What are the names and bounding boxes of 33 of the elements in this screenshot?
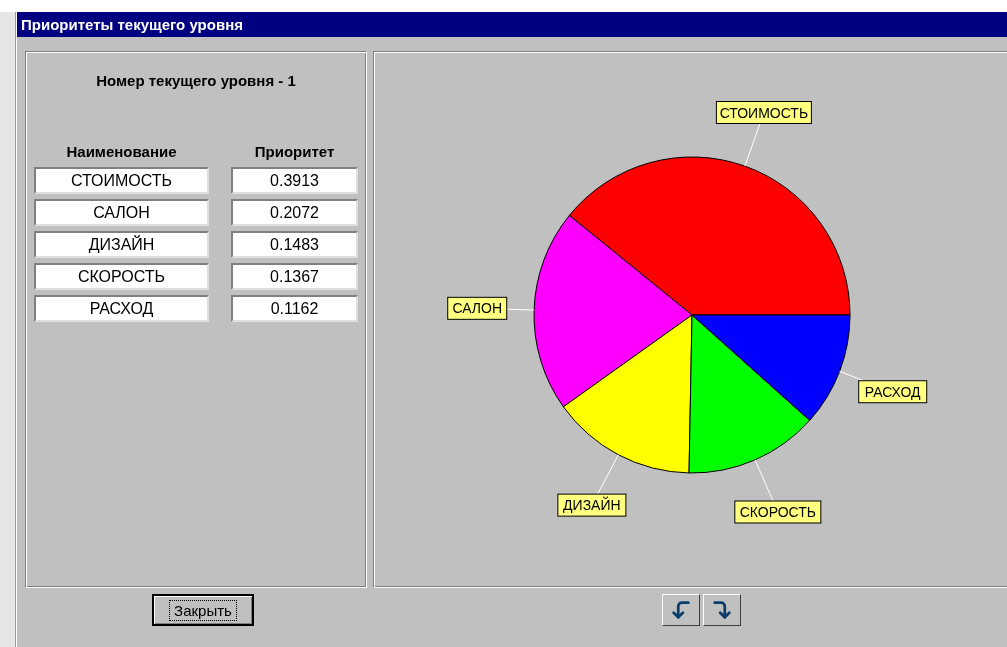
name-field: СТОИМОСТЬ: [34, 167, 209, 194]
curved-arrow-icon: [711, 599, 733, 621]
slice-label: САЛОН: [452, 300, 503, 317]
column-header: Приоритет: [253, 143, 336, 160]
name-field: ДИЗАЙН: [34, 231, 209, 258]
leader-line: [839, 370, 865, 382]
close-button[interactable]: Закрыть: [152, 594, 254, 626]
priority-field: 0.1162: [231, 295, 358, 322]
priority-field: 0.1483: [231, 231, 358, 258]
priority-field: 0.3913: [231, 167, 358, 194]
next-button[interactable]: [703, 594, 741, 626]
window-title: Приоритеты текущего уровня: [17, 12, 1007, 37]
leader-line: [506, 308, 535, 311]
slice-label: ДИЗАЙН: [557, 493, 627, 517]
leader-line: [597, 454, 619, 495]
slice-label: СТОИМОСТЬ: [715, 101, 812, 124]
slice-label: РАСХОД: [858, 380, 928, 404]
name-field: СКОРОСТЬ: [34, 263, 209, 290]
name-field: САЛОН: [34, 199, 209, 226]
leader-line: [744, 123, 761, 167]
leader-line: [754, 459, 774, 502]
curved-arrow-icon: [670, 599, 692, 621]
slice-label: СКОРОСТЬ: [739, 503, 816, 520]
name-field: РАСХОД: [34, 295, 209, 322]
previous-button[interactable]: [662, 594, 700, 626]
slice-label: САЛОН: [447, 296, 508, 320]
slice-label: СКОРОСТЬ: [734, 500, 822, 524]
level-label: Номер текущего уровня - 1: [96, 72, 296, 89]
slice-label: РАСХОД: [864, 383, 922, 400]
priority-field: 0.1367: [231, 263, 358, 290]
priority-field: 0.2072: [231, 199, 358, 226]
slice-label: ДИЗАЙН: [563, 496, 621, 514]
column-header: Наименование: [65, 143, 178, 160]
